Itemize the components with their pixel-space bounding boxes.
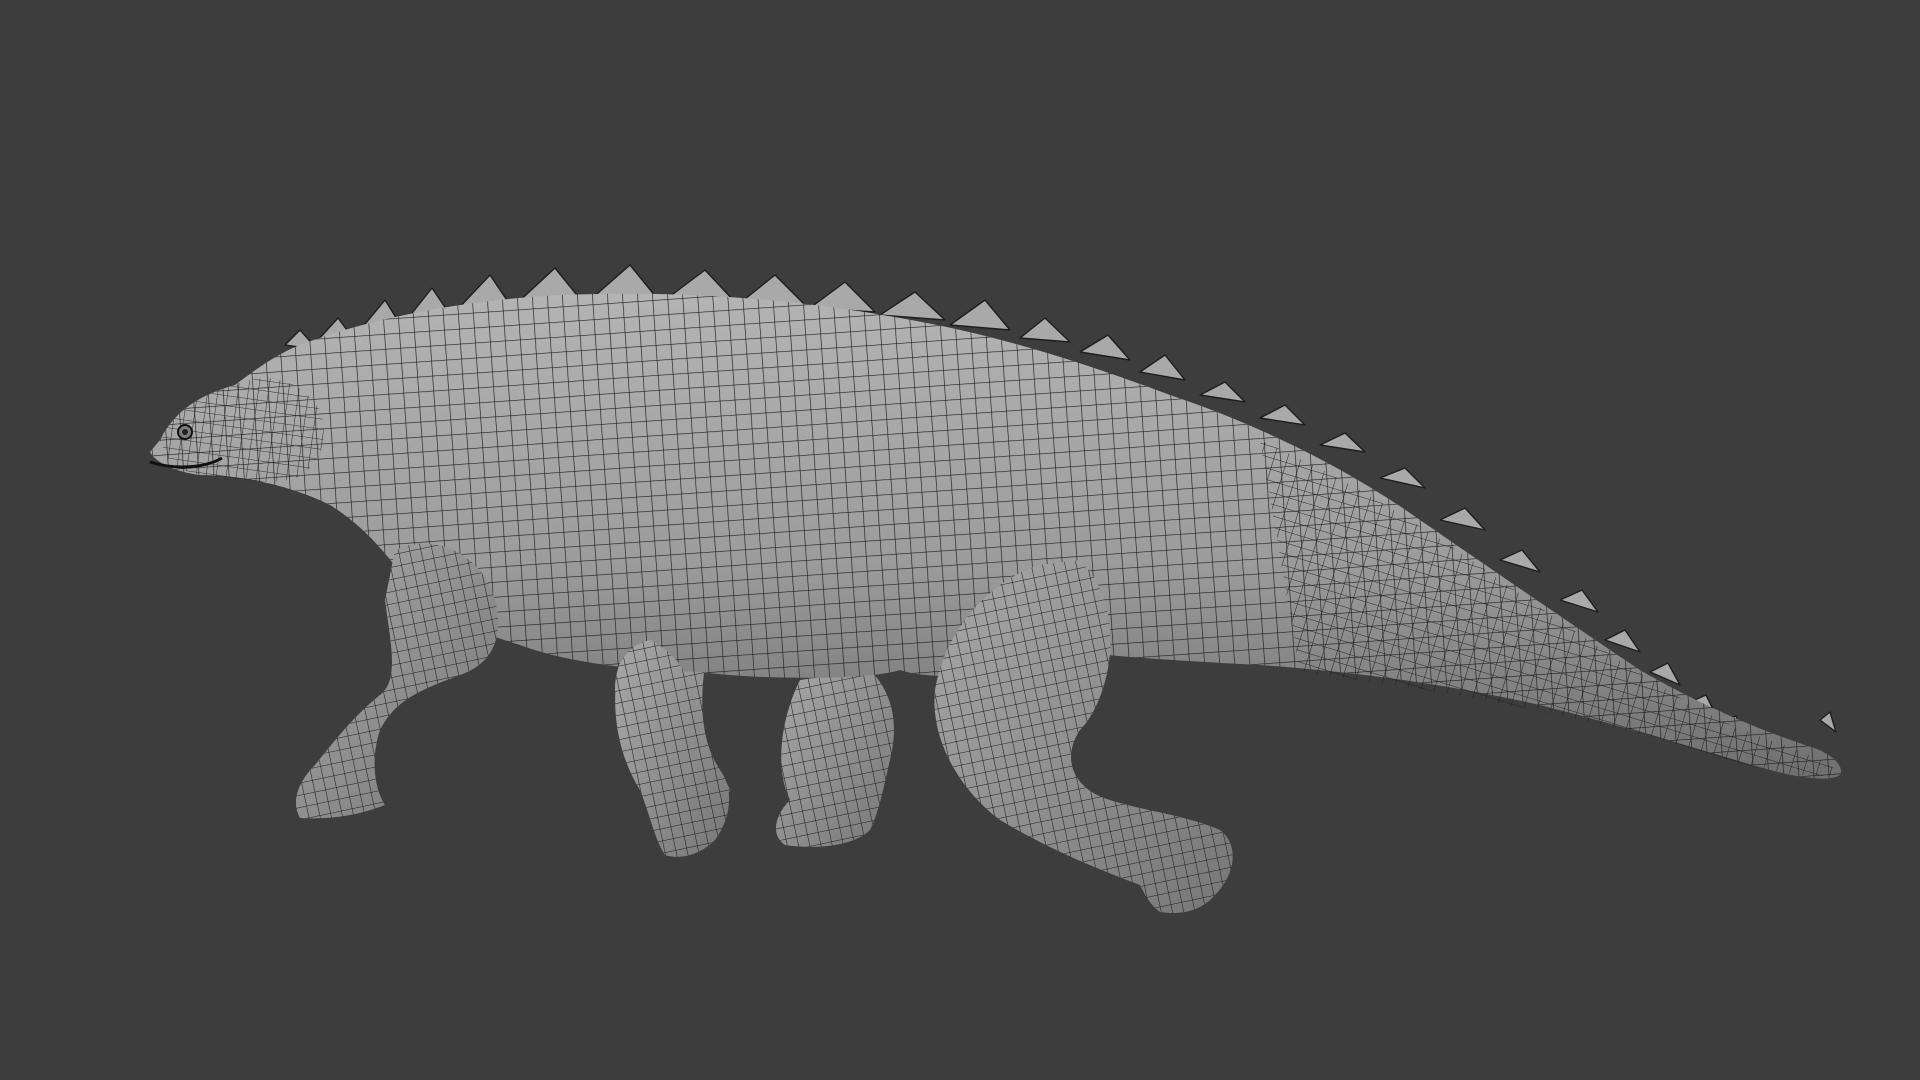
3d-viewport[interactable]	[0, 0, 1920, 1080]
creature-wireframe-model	[149, 264, 1841, 914]
